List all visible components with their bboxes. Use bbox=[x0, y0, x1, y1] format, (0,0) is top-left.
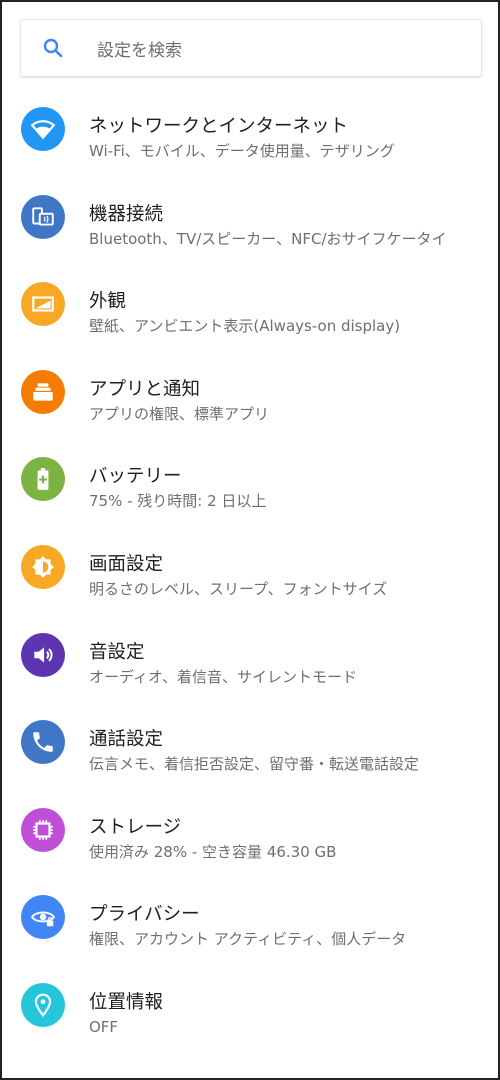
search-placeholder: 設定を検索 bbox=[97, 40, 182, 61]
settings-item-battery[interactable]: バッテリー 75% - 残り時間: 2 日以上 bbox=[2, 436, 498, 524]
item-subtitle: 明るさのレベル、スリープ、フォントサイズ bbox=[89, 579, 388, 598]
settings-item-network[interactable]: ネットワークとインターネット Wi-Fi、モバイル、データ使用量、テザリング bbox=[2, 86, 498, 174]
search-bar[interactable]: 設定を検索 bbox=[20, 19, 482, 77]
brightness-icon bbox=[21, 544, 65, 589]
storage-icon bbox=[21, 807, 65, 852]
item-subtitle: アプリの権限、標準アプリ bbox=[89, 404, 270, 423]
battery-icon bbox=[21, 457, 65, 502]
item-title: 画面設定 bbox=[89, 553, 164, 575]
item-title: バッテリー bbox=[89, 466, 182, 488]
settings-list: ネットワークとインターネット Wi-Fi、モバイル、データ使用量、テザリング 機… bbox=[2, 86, 498, 1050]
settings-item-appearance[interactable]: 外観 壁紙、アンビエント表示(Always-on display) bbox=[2, 261, 498, 349]
item-title: アプリと通知 bbox=[89, 378, 201, 400]
settings-item-privacy[interactable]: プライバシー 権限、アカウント アクティビティ、個人データ bbox=[2, 874, 498, 962]
settings-item-call[interactable]: 通話設定 伝言メモ、着信拒否設定、留守番・転送電話設定 bbox=[2, 699, 498, 787]
item-title: 位置情報 bbox=[89, 991, 164, 1013]
item-subtitle: OFF bbox=[89, 1017, 119, 1036]
item-subtitle: 伝言メモ、着信拒否設定、留守番・転送電話設定 bbox=[89, 755, 420, 774]
item-title: 外観 bbox=[89, 291, 127, 313]
item-title: 機器接続 bbox=[89, 203, 164, 225]
privacy-icon bbox=[21, 895, 65, 940]
item-title: 音設定 bbox=[89, 641, 145, 663]
settings-item-apps[interactable]: アプリと通知 アプリの権限、標準アプリ bbox=[2, 349, 498, 437]
item-subtitle: オーディオ、着信音、サイレントモード bbox=[89, 667, 358, 686]
apps-icon bbox=[21, 369, 65, 414]
item-subtitle: Wi-Fi、モバイル、データ使用量、テザリング bbox=[89, 142, 395, 160]
item-title: ネットワークとインターネット bbox=[89, 116, 349, 137]
wallpaper-icon bbox=[21, 282, 65, 327]
settings-item-display[interactable]: 画面設定 明るさのレベル、スリープ、フォントサイズ bbox=[2, 524, 498, 612]
item-title: プライバシー bbox=[89, 904, 200, 926]
settings-item-devices[interactable]: 機器接続 Bluetooth、TV/スピーカー、NFC/おサイフケータイ bbox=[2, 174, 498, 262]
item-title: ストレージ bbox=[89, 816, 182, 838]
item-subtitle: 壁紙、アンビエント表示(Always-on display) bbox=[89, 317, 401, 336]
settings-item-storage[interactable]: ストレージ 使用済み 28% - 空き容量 46.30 GB bbox=[2, 787, 498, 875]
search-icon bbox=[43, 38, 63, 58]
settings-screen: 設定を検索 ネットワークとインターネット Wi-Fi、モバイル、データ使用量、テ… bbox=[0, 0, 500, 1080]
item-subtitle: 75% - 残り時間: 2 日以上 bbox=[89, 492, 267, 511]
location-icon bbox=[21, 982, 65, 1027]
item-subtitle: Bluetooth、TV/スピーカー、NFC/おサイフケータイ bbox=[89, 229, 447, 248]
item-subtitle: 使用済み 28% - 空き容量 46.30 GB bbox=[89, 842, 337, 861]
wifi-icon bbox=[21, 107, 65, 151]
settings-item-location[interactable]: 位置情報 OFF bbox=[2, 962, 498, 1050]
devices-icon bbox=[21, 194, 65, 239]
volume-icon bbox=[21, 632, 65, 677]
item-subtitle: 権限、アカウント アクティビティ、個人データ bbox=[89, 930, 407, 949]
phone-icon bbox=[21, 720, 65, 765]
settings-item-sound[interactable]: 音設定 オーディオ、着信音、サイレントモード bbox=[2, 612, 498, 700]
item-title: 通話設定 bbox=[89, 729, 164, 751]
